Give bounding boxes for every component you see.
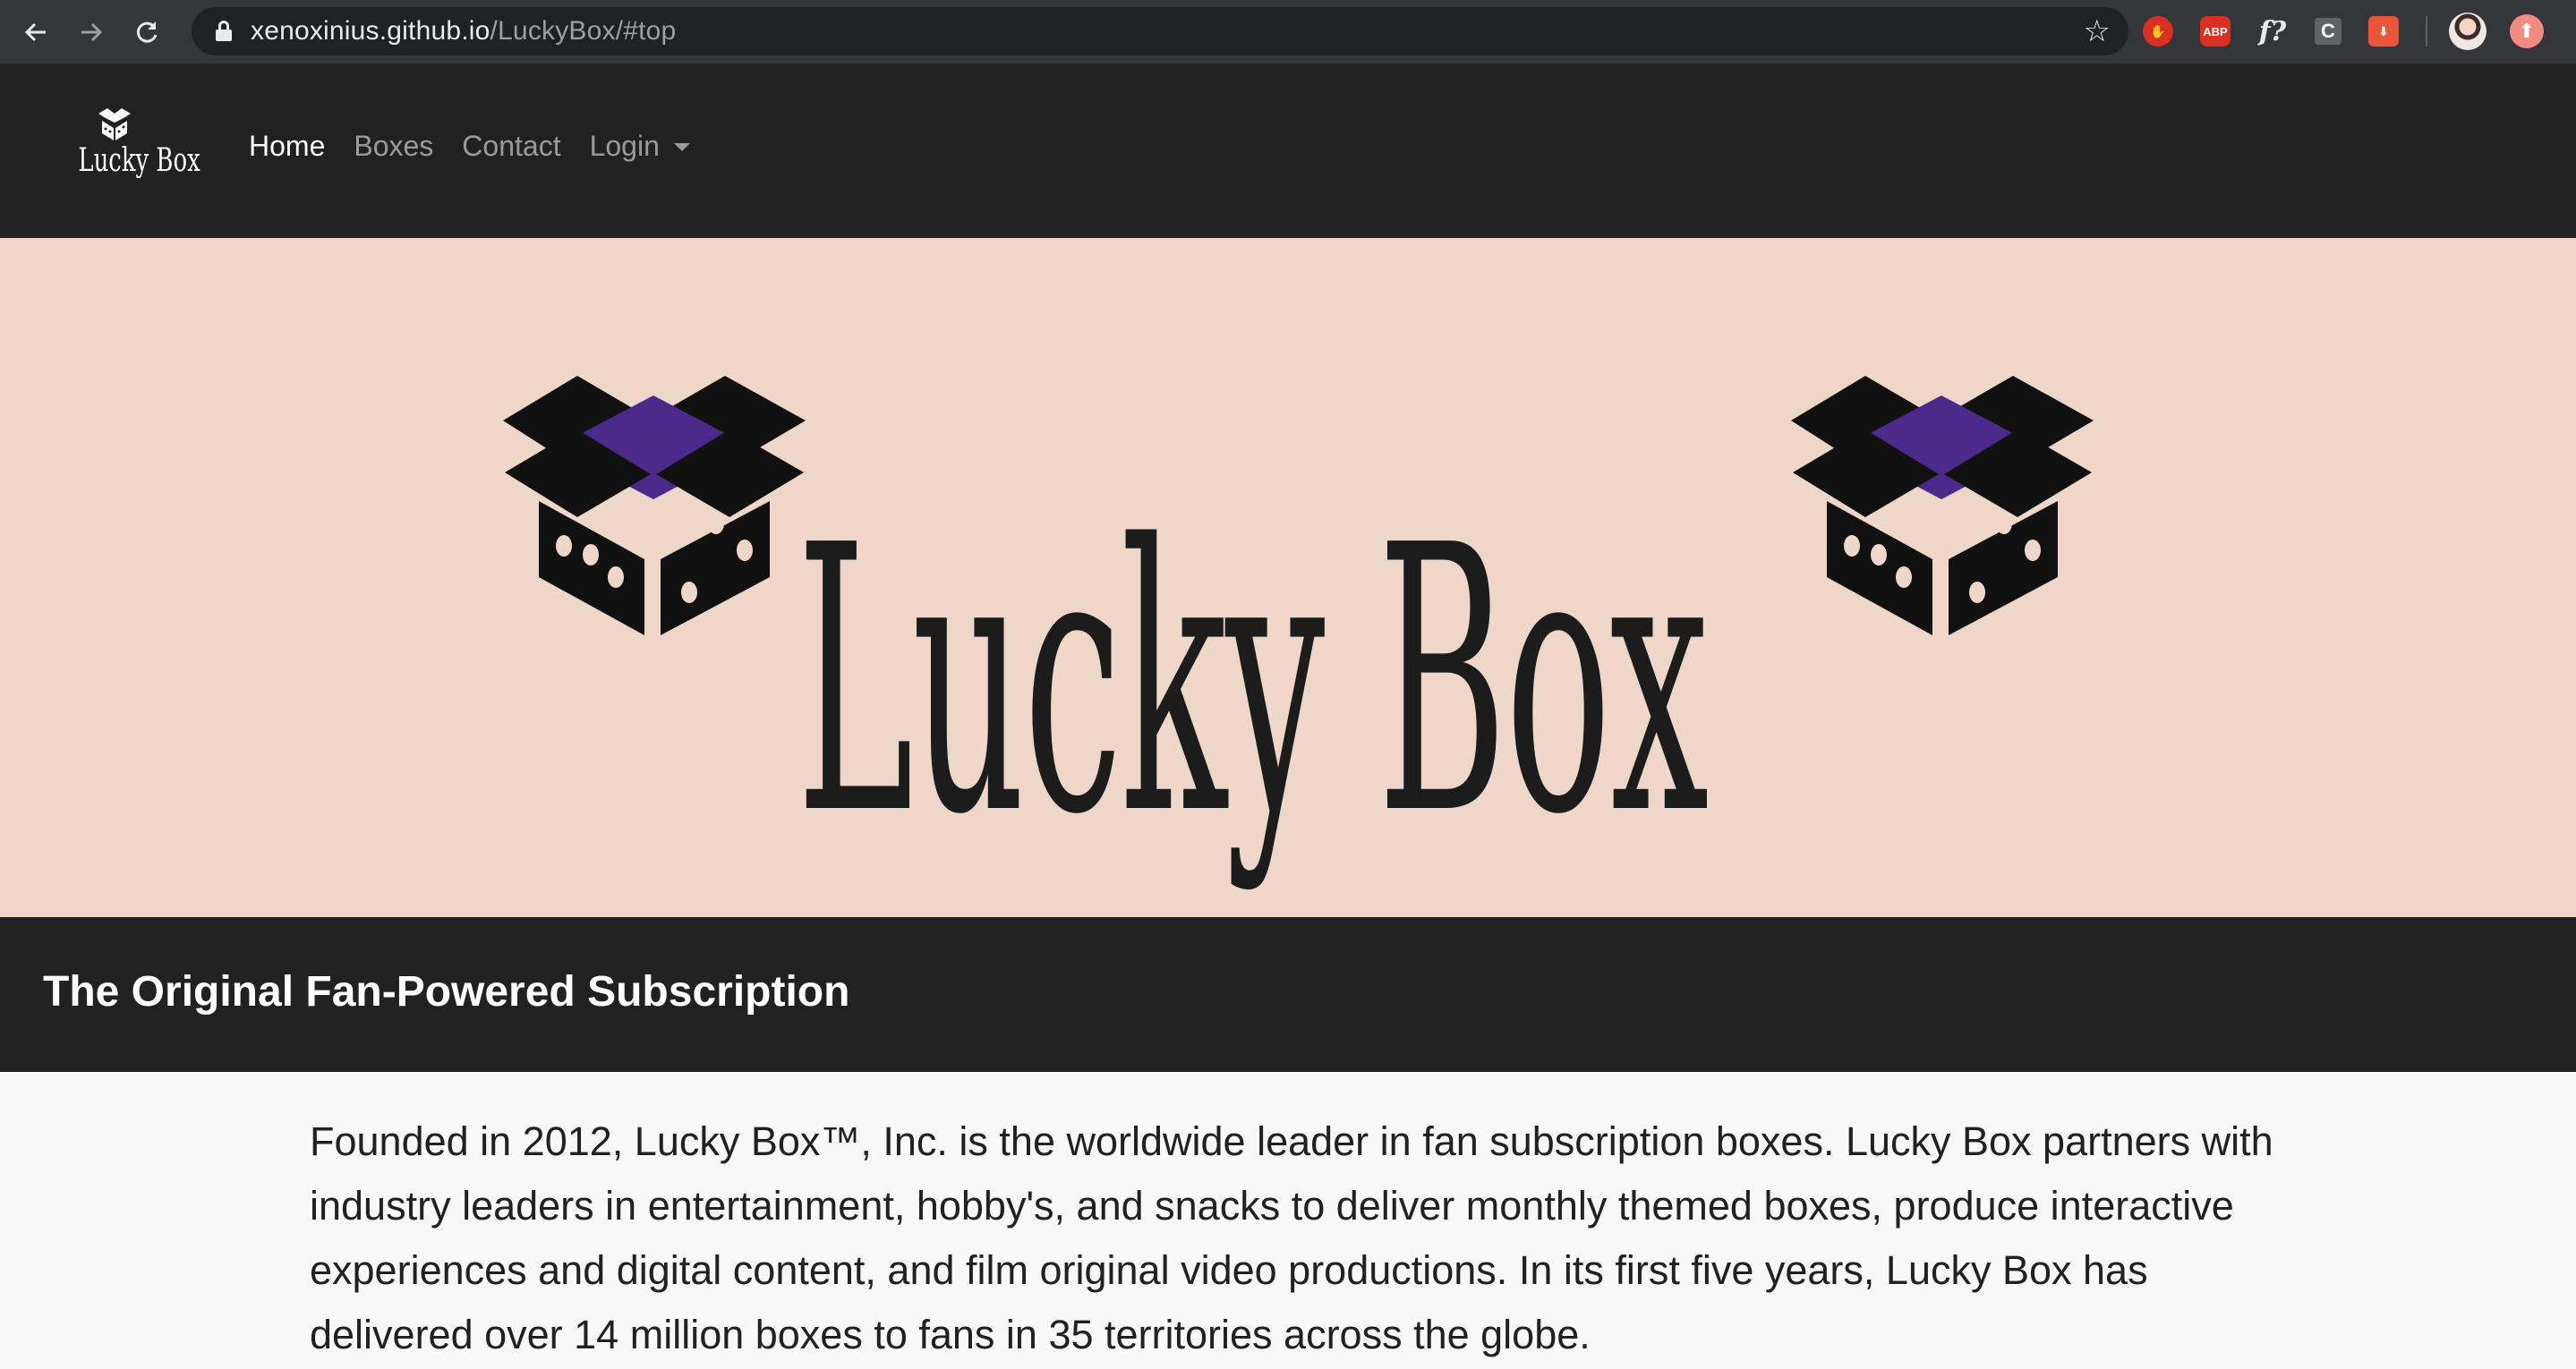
- toolbar-divider: [2426, 16, 2427, 47]
- download-extension-icon[interactable]: ⬇: [2368, 16, 2399, 47]
- hero-banner: Lucky Box: [0, 238, 2576, 917]
- back-arrow-icon[interactable]: [18, 14, 54, 50]
- tagline-heading: The Original Fan-Powered Subscription: [43, 968, 850, 1016]
- extensions-area: ✋ ABP f? C ⬇ ⬆: [2143, 12, 2544, 51]
- c-extension-icon[interactable]: C: [2315, 18, 2341, 45]
- navbar-logo-text: Lucky Box: [78, 142, 200, 179]
- bookmark-star-icon[interactable]: ☆: [2084, 13, 2111, 49]
- url-path: /LuckyBox/#top: [490, 16, 677, 46]
- font-identifier-extension-icon[interactable]: f?: [2257, 16, 2288, 47]
- update-arrow-icon[interactable]: ⬆: [2510, 14, 2544, 48]
- caret-down-icon: [673, 143, 690, 151]
- nav-links: Home Boxes Contact Login: [249, 130, 719, 163]
- stop-hand-extension-icon[interactable]: ✋: [2143, 16, 2173, 47]
- site-navbar: Lucky Box Home Boxes Contact Login: [0, 64, 2576, 238]
- nav-link-contact[interactable]: Contact: [462, 130, 560, 163]
- login-label: Login: [589, 130, 660, 162]
- hero-title: Lucky Box: [797, 467, 1709, 895]
- box-dice-icon: [503, 376, 806, 635]
- adblock-extension-icon[interactable]: ABP: [2200, 16, 2231, 47]
- about-paragraph: Founded in 2012, Lucky Box™, Inc. is the…: [310, 1118, 2273, 1357]
- browser-toolbar: xenoxinius.github.io/LuckyBox/#top ☆ ✋ A…: [0, 0, 2576, 64]
- nav-link-boxes[interactable]: Boxes: [354, 130, 433, 163]
- box-dice-icon: [98, 108, 131, 140]
- reload-icon[interactable]: [129, 14, 165, 50]
- nav-link-home[interactable]: Home: [249, 130, 325, 163]
- profile-avatar[interactable]: [2449, 13, 2486, 50]
- address-bar[interactable]: xenoxinius.github.io/LuckyBox/#top ☆: [192, 7, 2128, 55]
- box-dice-icon: [1791, 376, 2094, 635]
- nav-link-login-dropdown[interactable]: Login: [590, 130, 690, 163]
- url-text: xenoxinius.github.io/LuckyBox/#top: [251, 16, 676, 47]
- forward-arrow-icon[interactable]: [73, 14, 109, 50]
- url-host: xenoxinius.github.io: [251, 16, 490, 46]
- navbar-logo[interactable]: Lucky Box: [64, 106, 200, 196]
- lock-icon: [215, 21, 233, 42]
- tagline-section: The Original Fan-Powered Subscription: [0, 917, 2576, 1072]
